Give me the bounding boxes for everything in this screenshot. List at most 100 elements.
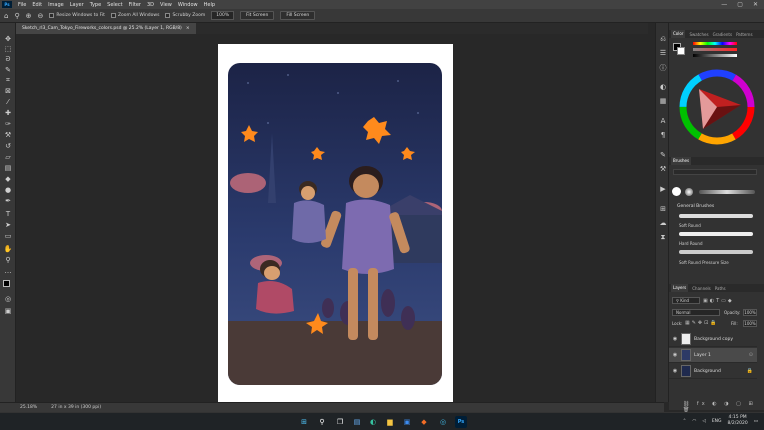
notification-icon[interactable]: ▭	[754, 419, 758, 424]
info-panel-icon[interactable]: ⓘ	[658, 63, 668, 73]
fit-screen-button[interactable]: Fit Screen	[240, 11, 275, 20]
photoshop-taskbar-icon[interactable]: Ps	[455, 416, 467, 428]
search-icon[interactable]: ⚲	[316, 416, 328, 428]
healing-brush-tool-icon[interactable]: ✚	[3, 109, 13, 118]
path-selection-tool-icon[interactable]: ➤	[3, 221, 13, 230]
frame-tool-icon[interactable]: ⊠	[3, 87, 13, 96]
zoom-tool-icon[interactable]: ⚲	[3, 256, 13, 265]
layer-name[interactable]: Layer 1	[694, 353, 711, 358]
menu-view[interactable]: View	[157, 2, 175, 8]
brightness-slider[interactable]	[693, 54, 737, 57]
foreground-color-swatch[interactable]	[3, 280, 10, 287]
styles-panel-icon[interactable]: ▦	[658, 97, 668, 105]
close-icon[interactable]: ✕	[753, 1, 758, 8]
tab-gradients[interactable]: Gradients	[713, 32, 733, 37]
saturation-slider[interactable]	[693, 48, 737, 51]
edge-browser-icon[interactable]: ◐	[367, 416, 379, 428]
tab-brushes[interactable]: Brushes	[671, 157, 692, 165]
layer-name[interactable]: Background	[694, 369, 721, 374]
crop-tool-icon[interactable]: ⌗	[3, 76, 13, 85]
hand-tool-icon[interactable]: ✋	[3, 245, 13, 254]
clone-source-icon[interactable]: ⚒	[658, 165, 668, 173]
maximize-icon[interactable]: ▢	[737, 1, 743, 8]
file-explorer-icon[interactable]: ▆	[384, 416, 396, 428]
libraries-panel-icon[interactable]: ☁	[658, 219, 668, 227]
wifi-icon[interactable]: ◠	[692, 419, 696, 424]
task-view-icon[interactable]: ❐	[334, 416, 346, 428]
home-icon[interactable]: ⌂	[4, 12, 8, 20]
tab-paths[interactable]: Paths	[715, 286, 726, 291]
zoom-value-field[interactable]: 100%	[211, 11, 235, 20]
tab-color[interactable]: Color	[671, 30, 686, 38]
history-brush-tool-icon[interactable]: ↺	[3, 142, 13, 151]
volume-icon[interactable]: ◁	[702, 419, 705, 424]
resize-windows-checkbox[interactable]: Resize Windows to Fit	[49, 13, 105, 18]
visibility-eye-icon[interactable]: ◉	[672, 336, 678, 342]
store-icon[interactable]: ▣	[401, 416, 413, 428]
visibility-eye-icon[interactable]: ◉	[672, 352, 678, 358]
fill-field[interactable]: 100%	[743, 320, 757, 327]
windows-start-icon[interactable]: ⊞	[298, 416, 310, 428]
menu-select[interactable]: Select	[104, 2, 125, 8]
layer-row[interactable]: ◉ Background copy	[669, 332, 757, 347]
brush-group-label[interactable]: General Brushes	[677, 204, 714, 209]
clock[interactable]: 4:15 PM 8/2/2020	[728, 415, 748, 427]
glyphs-panel-icon[interactable]: ⊞	[658, 205, 668, 213]
screen-mode-icon[interactable]: ▣	[3, 307, 13, 316]
move-tool-icon[interactable]: ✥	[3, 35, 13, 44]
paragraph-panel-icon[interactable]: ¶	[658, 131, 668, 139]
brush-preset-hard[interactable]	[672, 187, 681, 196]
adjustments-panel-icon[interactable]: ◐	[658, 83, 668, 91]
chrome-browser-icon[interactable]: ◎	[437, 416, 449, 428]
menu-type[interactable]: Type	[87, 2, 104, 8]
brush-stroke-soft-round[interactable]	[679, 214, 753, 218]
visibility-eye-icon[interactable]: ◉	[672, 368, 678, 374]
menu-layer[interactable]: Layer	[67, 2, 87, 8]
menu-window[interactable]: Window	[175, 2, 201, 8]
type-tool-icon[interactable]: T	[3, 210, 13, 219]
more-tools-icon[interactable]: …	[3, 267, 13, 276]
marquee-tool-icon[interactable]: ⬚	[3, 45, 13, 54]
language-indicator[interactable]: ENG	[712, 419, 722, 424]
layer-row[interactable]: ◉ Background 🔒	[669, 364, 757, 379]
lasso-tool-icon[interactable]: ᘐ	[3, 55, 13, 64]
hue-slider[interactable]	[693, 42, 737, 45]
menu-edit[interactable]: Edit	[29, 2, 45, 8]
zoom-in-icon[interactable]: ⊕	[26, 12, 32, 20]
tab-swatches[interactable]: Swatches	[689, 32, 708, 37]
timeline-panel-icon[interactable]: ⧗	[658, 233, 668, 242]
close-tab-icon[interactable]: ×	[186, 26, 190, 31]
zoom-all-windows-checkbox[interactable]: Zoom All Windows	[110, 13, 159, 18]
color-wheel[interactable]	[677, 67, 757, 147]
fill-screen-button[interactable]: Fill Screen	[280, 11, 316, 20]
document-tab[interactable]: Sketch_rl3_Cam_Tokyo_Fireworks_colors.ps…	[16, 23, 196, 34]
tab-channels[interactable]: Channels	[692, 286, 711, 291]
opacity-field[interactable]: 100%	[743, 309, 757, 316]
brush-stroke-soft-round-pressure[interactable]	[679, 250, 753, 254]
brush-stroke-hard-round[interactable]	[679, 232, 753, 236]
quick-select-tool-icon[interactable]: ✎	[3, 66, 13, 75]
layer-name[interactable]: Background copy	[694, 337, 733, 342]
brave-browser-icon[interactable]: ◆	[418, 416, 430, 428]
brush-settings-icon[interactable]: ✎	[658, 151, 668, 159]
blur-tool-icon[interactable]: ◆	[3, 175, 13, 184]
properties-panel-icon[interactable]: ☰	[658, 49, 668, 57]
status-zoom[interactable]: 25.18%	[20, 405, 37, 410]
minimize-icon[interactable]: —	[721, 1, 727, 8]
menu-file[interactable]: File	[15, 2, 29, 8]
background-color-chip[interactable]	[677, 47, 685, 55]
layer-filter-icons[interactable]: ▣◐T▭◆	[703, 298, 734, 304]
eraser-tool-icon[interactable]: ▱	[3, 153, 13, 162]
actions-panel-icon[interactable]: ▶	[658, 185, 668, 193]
layer-row-selected[interactable]: ◉ Layer 1 ⊙	[669, 348, 757, 363]
quick-mask-icon[interactable]: ◎	[3, 295, 13, 304]
tab-layers[interactable]: Layers	[671, 284, 689, 292]
zoom-out-icon[interactable]: ⊖	[37, 12, 43, 20]
brush-size-slider[interactable]	[673, 169, 757, 175]
rectangle-tool-icon[interactable]: ▭	[3, 232, 13, 241]
menu-help[interactable]: Help	[201, 2, 218, 8]
dodge-tool-icon[interactable]: ●	[3, 186, 13, 195]
lock-icons[interactable]: ▦✎✥⊡🔒	[685, 320, 719, 326]
zoom-tool-icon[interactable]: ⚲	[14, 12, 19, 20]
scrubby-zoom-checkbox[interactable]: Scrubby Zoom	[165, 13, 205, 18]
